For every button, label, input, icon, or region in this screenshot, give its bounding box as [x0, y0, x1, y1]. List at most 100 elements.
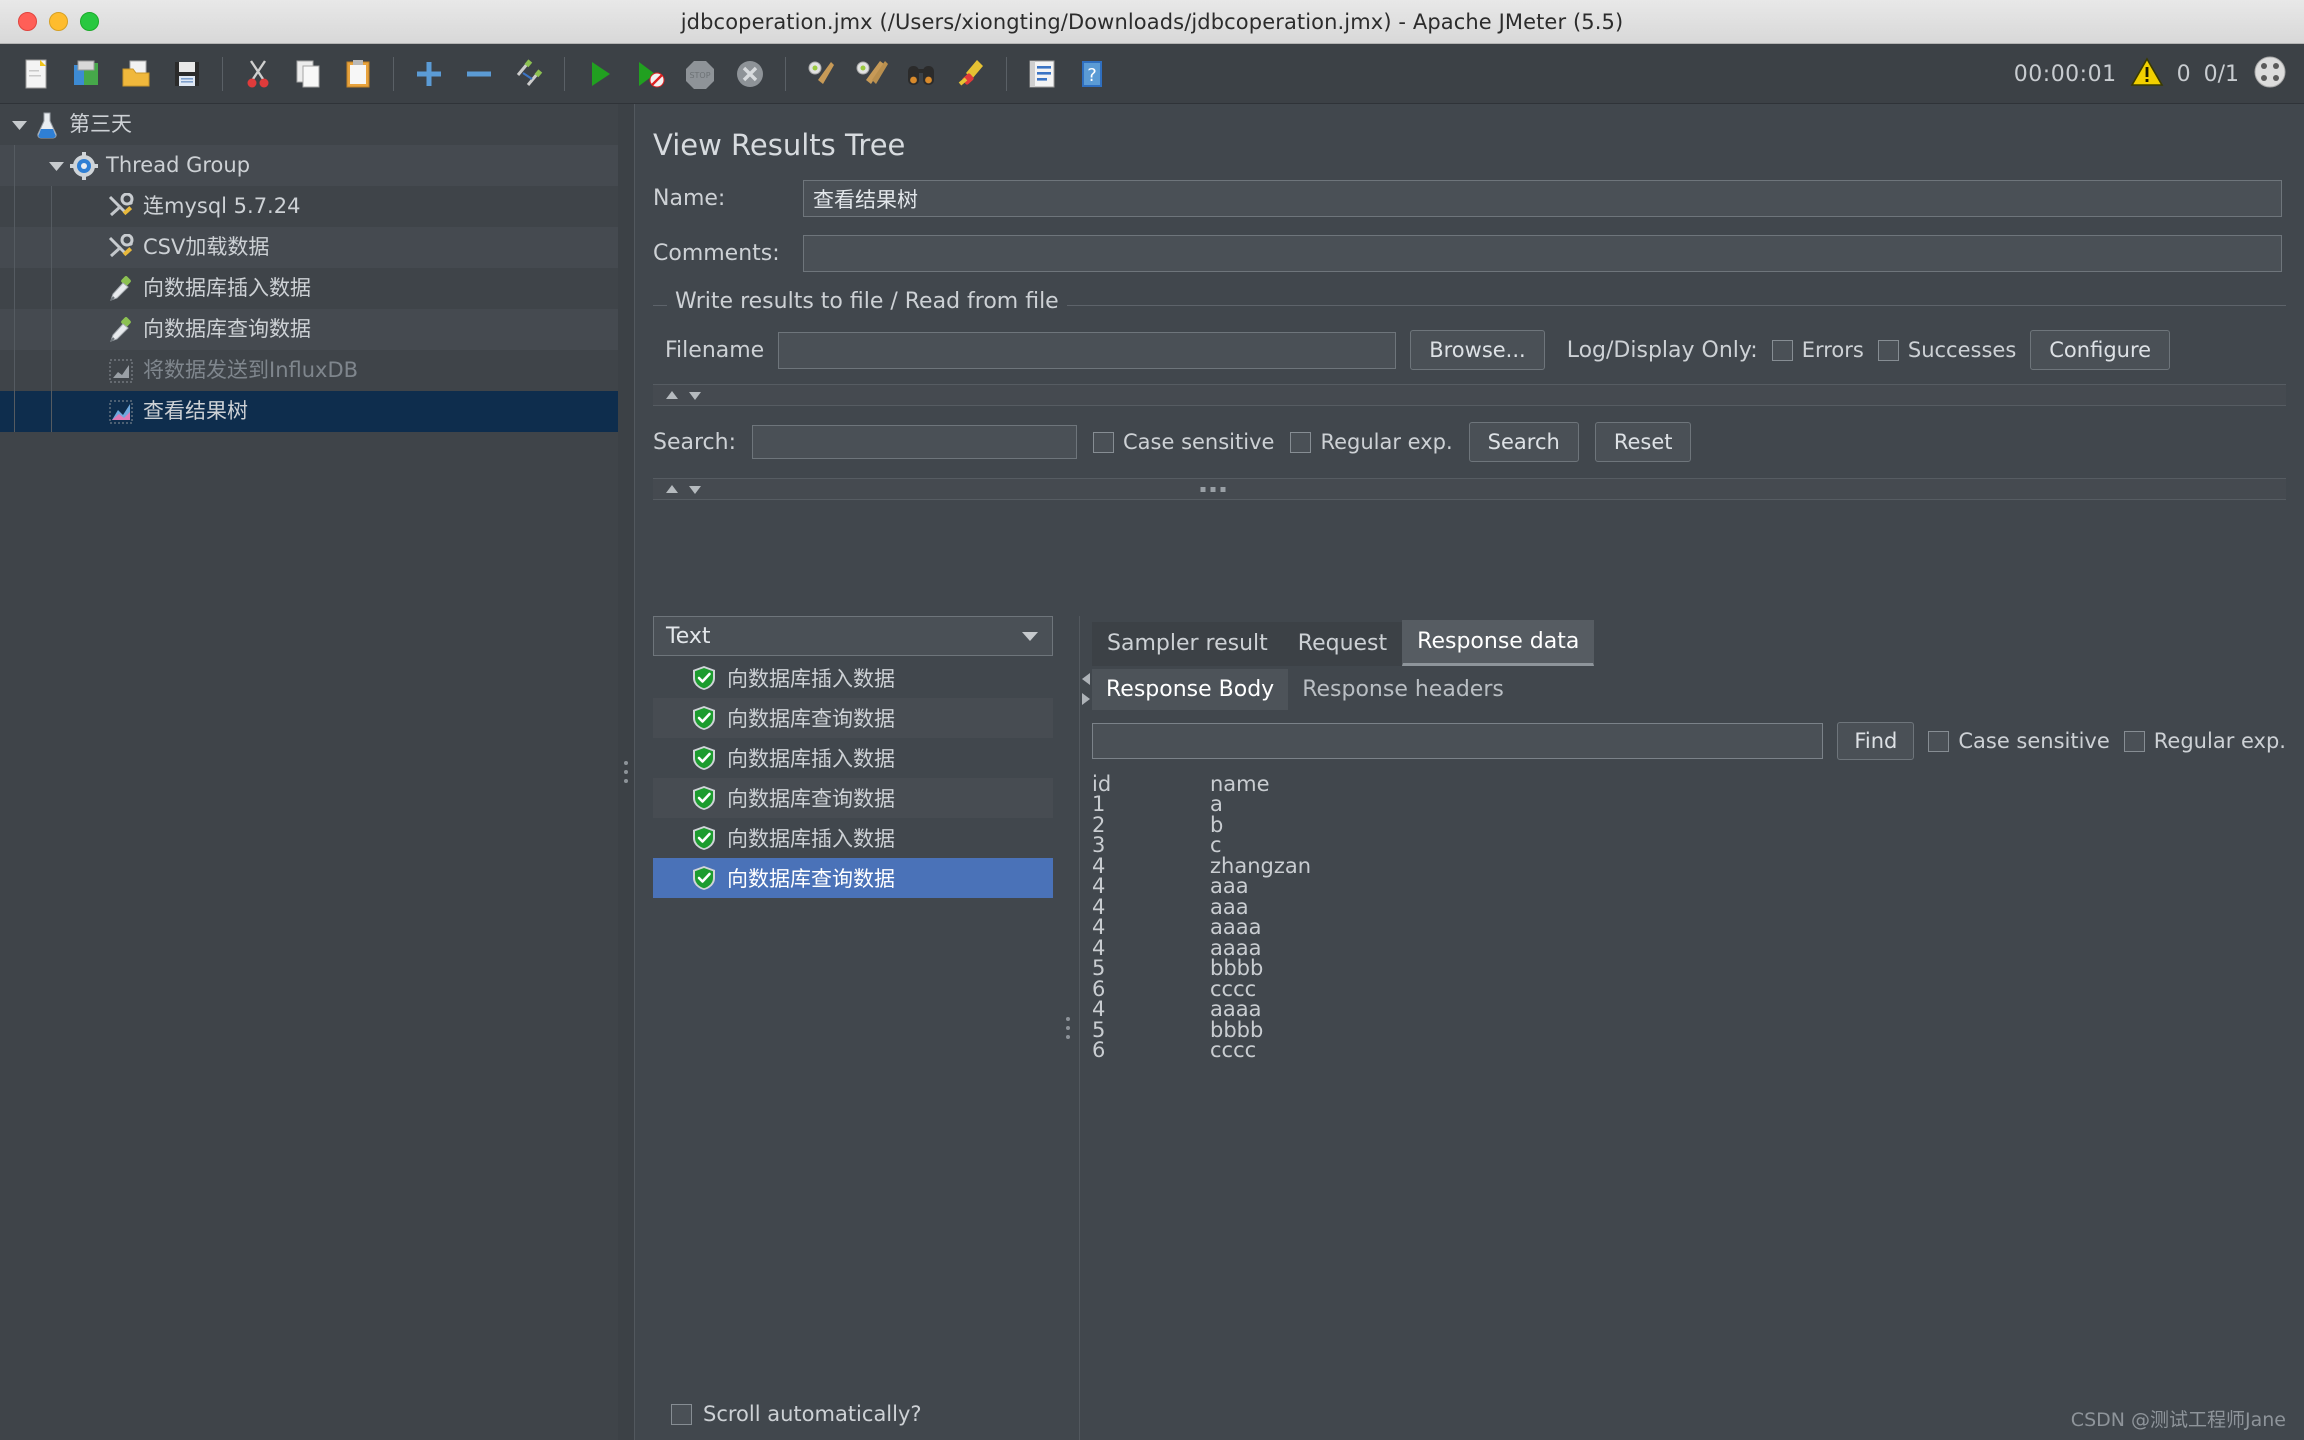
tree-item[interactable]: 查看结果树: [0, 391, 618, 432]
result-list-item[interactable]: 向数据库查询数据: [653, 698, 1053, 738]
result-list-item[interactable]: 向数据库插入数据: [653, 738, 1053, 778]
search-regular-exp-checkbox[interactable]: [1290, 431, 1312, 453]
comments-input[interactable]: [803, 235, 2282, 272]
search-reset-icon[interactable]: [949, 52, 993, 96]
search-case-sensitive-checkbox[interactable]: [1093, 431, 1114, 453]
response-body-text[interactable]: id name 1 a 2 b 3 c 4 zhangzan 4 aaa 4 aaa 4 aaaa 4 aaaa 5…: [1092, 773, 2304, 1063]
result-list-item[interactable]: 向数据库查询数据: [653, 778, 1053, 818]
results-splitter-arrows[interactable]: [665, 484, 702, 495]
name-input[interactable]: [803, 180, 2282, 217]
response-cell-id: 6: [1092, 1038, 1106, 1063]
find-regular-exp-checkbox[interactable]: [2123, 730, 2145, 752]
successes-label: Successes: [1907, 338, 2017, 362]
sample-detail-panel: Sampler result Request Response data Respo…: [1079, 616, 2304, 1440]
templates-icon[interactable]: [65, 52, 109, 96]
start-no-pauses-icon[interactable]: [628, 52, 672, 96]
result-list-item[interactable]: 向数据库查询数据: [653, 858, 1053, 898]
active-threads-count: 0/1: [2203, 61, 2239, 87]
tree-item[interactable]: CSV加载数据: [0, 227, 618, 268]
tree-item[interactable]: 向数据库插入数据: [0, 268, 618, 309]
search-icon[interactable]: [899, 52, 943, 96]
copy-icon[interactable]: [286, 52, 330, 96]
response-subtab[interactable]: Response headers: [1288, 669, 1518, 710]
collapse-icon[interactable]: [457, 52, 501, 96]
page-title: View Results Tree: [653, 128, 906, 162]
errors-checkbox[interactable]: [1771, 339, 1793, 361]
search-splitter-top[interactable]: [653, 384, 2286, 406]
find-case-sensitive-checkbox[interactable]: [1928, 730, 1950, 752]
test-plan-tree[interactable]: 第三天 Thread Group 连mysql 5.7.24 CSV加载数据 向数据库插…: [0, 104, 618, 1440]
search-input[interactable]: [752, 425, 1077, 459]
browse-button[interactable]: Browse...: [1410, 330, 1545, 370]
detail-tab[interactable]: Request: [1282, 622, 1403, 666]
configure-button[interactable]: Configure: [2030, 330, 2171, 370]
find-input[interactable]: [1092, 723, 1824, 759]
expand-icon[interactable]: [407, 52, 451, 96]
response-cell-id: 3: [1092, 833, 1106, 858]
comments-label: Comments:: [653, 241, 780, 266]
toolbar-separator: [393, 56, 394, 91]
successes-checkbox-wrap[interactable]: Successes: [1877, 338, 2017, 362]
splitter-grip-icon: [1066, 1017, 1070, 1039]
find-case-sensitive-wrap[interactable]: Case sensitive: [1928, 729, 2110, 753]
toolbar-separator: [222, 56, 223, 91]
response-row: 2b: [1092, 814, 2304, 836]
clear-all-icon[interactable]: [849, 52, 893, 96]
find-button[interactable]: Find: [1837, 722, 1915, 760]
results-list-column: Text 向数据库插入数据 向数据库查询数据 向数据库插入数据 向数据库查询数据 向数据…: [653, 616, 1053, 1440]
toggle-icon[interactable]: [507, 52, 551, 96]
save-icon[interactable]: [165, 52, 209, 96]
function-helper-icon[interactable]: [1020, 52, 1064, 96]
response-row: 4 aaa: [1092, 876, 2304, 898]
find-regular-exp-wrap[interactable]: Regular exp.: [2123, 729, 2286, 753]
open-icon[interactable]: [115, 52, 159, 96]
result-list-item[interactable]: 向数据库插入数据: [653, 818, 1053, 858]
response-cell-id: 4: [1092, 894, 1106, 919]
detail-tab[interactable]: Response data: [1402, 620, 1595, 666]
scroll-automatically-checkbox[interactable]: [671, 1403, 692, 1425]
tree-item[interactable]: 向数据库查询数据: [0, 309, 618, 350]
start-icon[interactable]: [578, 52, 622, 96]
renderer-combo[interactable]: Text: [653, 616, 1053, 656]
tab-scroll-arrows[interactable]: [1079, 672, 1093, 706]
reset-button[interactable]: Reset: [1594, 422, 1692, 462]
paste-icon[interactable]: [336, 52, 380, 96]
response-row: 6 cccc: [1092, 1038, 2304, 1063]
tree-item[interactable]: Thread Group: [0, 145, 618, 186]
tree-twisty[interactable]: [43, 160, 69, 172]
tree-twisty[interactable]: [6, 119, 32, 131]
toolbar-status-area: 00:00:01 0 0/1: [2014, 44, 2288, 104]
results-detail-splitter[interactable]: [1057, 616, 1079, 1440]
errors-label: Errors: [1801, 338, 1864, 362]
search-regular-exp-wrap[interactable]: Regular exp.: [1290, 430, 1453, 454]
tree-item[interactable]: 将数据发送到InfluxDB: [0, 350, 618, 391]
sample-results-list[interactable]: 向数据库插入数据 向数据库查询数据 向数据库插入数据 向数据库查询数据 向数据库插入数据…: [653, 658, 1053, 898]
tree-item-label: 向数据库查询数据: [143, 317, 311, 341]
tree-item[interactable]: 连mysql 5.7.24: [0, 186, 618, 227]
splitter-arrows[interactable]: [665, 390, 702, 401]
tree-detail-splitter[interactable]: [618, 104, 634, 1440]
thread-status-icon[interactable]: [2252, 54, 2288, 94]
clear-icon[interactable]: [799, 52, 843, 96]
result-list-item[interactable]: 向数据库插入数据: [653, 658, 1053, 698]
success-shield-icon: [693, 666, 715, 690]
successes-checkbox[interactable]: [1877, 339, 1899, 361]
help-icon[interactable]: ?: [1070, 52, 1114, 96]
response-subtab[interactable]: Response Body: [1092, 669, 1289, 710]
tree-item[interactable]: 第三天: [0, 104, 618, 145]
find-row: Find Case sensitive Regular exp.: [1080, 710, 2304, 760]
filename-input[interactable]: [778, 331, 1397, 369]
warning-icon[interactable]: [2130, 56, 2164, 92]
errors-checkbox-wrap[interactable]: Errors: [1771, 338, 1864, 362]
results-splitter[interactable]: [653, 478, 2286, 500]
cut-icon[interactable]: [236, 52, 280, 96]
new-icon[interactable]: [15, 52, 59, 96]
response-cell-id: 1: [1092, 792, 1106, 817]
search-button[interactable]: Search: [1468, 422, 1579, 462]
detail-tabs[interactable]: Sampler result Request Response data: [1092, 620, 2304, 666]
scroll-automatically-wrap[interactable]: Scroll automatically?: [671, 1402, 922, 1426]
search-case-sensitive-wrap[interactable]: Case sensitive: [1093, 430, 1274, 454]
detail-tab[interactable]: Sampler result: [1092, 622, 1283, 666]
log-display-only-label: Log/Display Only:: [1566, 337, 1758, 363]
response-subtabs[interactable]: Response Body Response headers: [1092, 666, 2304, 710]
